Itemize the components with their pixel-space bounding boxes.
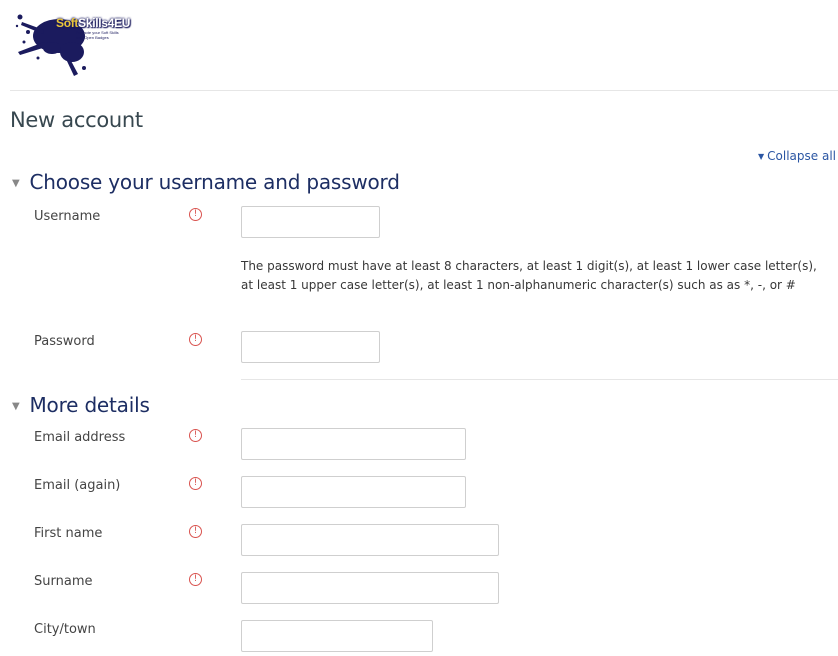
email-input[interactable]: [241, 428, 466, 460]
first-name-input[interactable]: [241, 524, 499, 556]
triangle-down-icon: ▼: [12, 178, 20, 189]
page-title: New account: [10, 108, 143, 132]
exclamation-circle-icon: !: [189, 573, 202, 586]
username-label: Username: [34, 209, 101, 224]
collapse-all-link[interactable]: ▼ Collapse all: [758, 149, 836, 163]
surname-label: Surname: [34, 574, 93, 589]
first-name-label: First name: [34, 526, 103, 541]
email-again-label: Email (again): [34, 478, 121, 493]
username-input[interactable]: [241, 206, 380, 238]
section-divider: [241, 379, 838, 380]
triangle-down-icon: ▼: [12, 401, 20, 412]
email-again-input[interactable]: [241, 476, 466, 508]
site-logo[interactable]: SoftSkills4EU Promote your Soft Skills w…: [14, 2, 154, 80]
password-input[interactable]: [241, 331, 380, 363]
password-label: Password: [34, 334, 95, 349]
section-title: Choose your username and password: [29, 170, 400, 194]
exclamation-circle-icon: !: [189, 525, 202, 538]
exclamation-circle-icon: !: [189, 429, 202, 442]
surname-input[interactable]: [241, 572, 499, 604]
city-town-label: City/town: [34, 622, 96, 637]
exclamation-circle-icon: !: [189, 208, 202, 221]
triangle-down-icon: ▼: [758, 152, 765, 161]
collapse-all-label: Collapse all: [767, 149, 836, 163]
logo-tagline: Promote your Soft Skills with Open Badge…: [76, 30, 119, 40]
city-town-input[interactable]: [241, 620, 433, 652]
password-policy-text: The password must have at least 8 charac…: [241, 259, 817, 292]
exclamation-circle-icon: !: [189, 333, 202, 346]
paint-splash-icon: [15, 14, 96, 76]
logo-wordmark: SoftSkills4EU: [56, 16, 131, 30]
section-heading-username-password[interactable]: ▼ Choose your username and password: [12, 170, 400, 194]
section-title: More details: [29, 393, 150, 417]
section-heading-more-details[interactable]: ▼ More details: [12, 393, 150, 417]
email-label: Email address: [34, 430, 126, 445]
exclamation-circle-icon: !: [189, 477, 202, 490]
header-divider: [10, 90, 838, 91]
